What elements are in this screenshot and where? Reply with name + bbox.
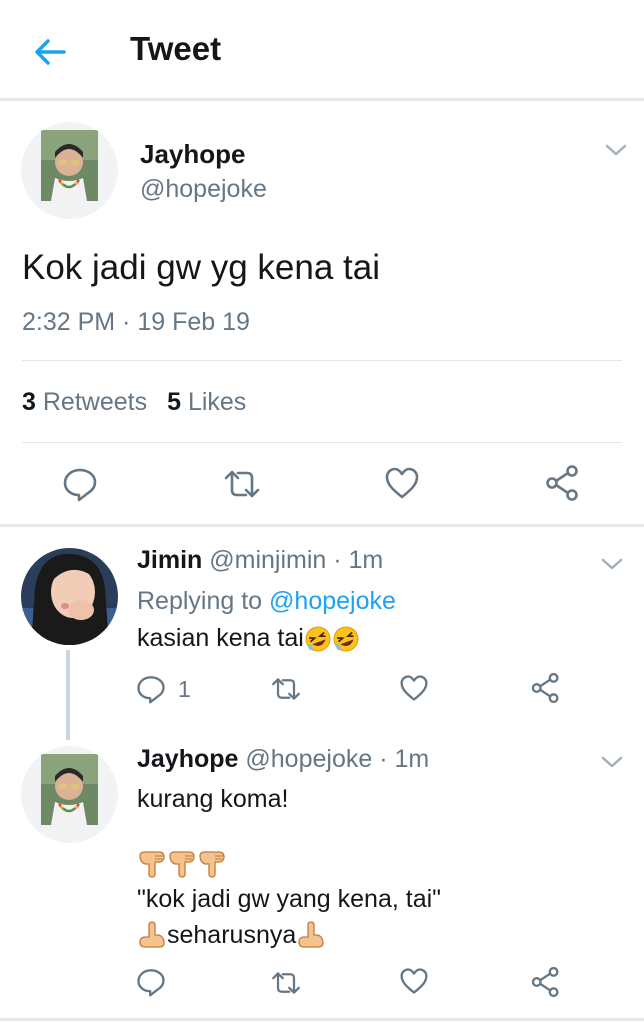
tweet-timestamp: 2:32 PM · 19 Feb 19 <box>22 308 250 336</box>
section-divider <box>0 1018 644 1021</box>
replying-prefix: Replying to <box>137 587 263 615</box>
author-name[interactable]: Jimin <box>137 546 202 574</box>
page-title: Tweet <box>130 30 222 67</box>
section-divider <box>0 524 644 527</box>
reply-icon <box>63 468 97 502</box>
share-icon <box>531 966 559 998</box>
backhand-index-pointing-down-icon <box>199 851 225 879</box>
share-button[interactable] <box>544 464 582 502</box>
heart-icon <box>400 675 428 701</box>
reply-icon <box>137 676 165 704</box>
heart-icon <box>385 467 419 499</box>
replying-to: Replying to @hopejoke <box>137 587 396 616</box>
chevron-down-icon[interactable] <box>600 556 624 572</box>
backhand-index-pointing-up-icon <box>298 921 324 949</box>
reply-icon <box>137 969 165 997</box>
share-icon <box>546 465 578 501</box>
top-bar: Tweet <box>0 0 644 101</box>
reply-count: 1 <box>178 676 191 702</box>
arrow-left-icon <box>35 39 66 65</box>
author-handle[interactable]: @hopejoke <box>140 175 267 204</box>
like-button[interactable] <box>384 466 420 500</box>
retweet-icon <box>224 470 260 498</box>
share-icon <box>531 672 559 704</box>
retweet-button[interactable] <box>270 970 302 996</box>
divider <box>22 360 622 361</box>
like-button[interactable] <box>399 967 429 995</box>
rofl-emoji-icon <box>333 626 359 652</box>
chevron-down-icon[interactable] <box>604 142 628 158</box>
author-name[interactable]: Jayhope <box>140 139 246 170</box>
profile-photo <box>41 754 98 825</box>
reply-button[interactable] <box>136 674 166 704</box>
like-button[interactable] <box>399 674 429 702</box>
chevron-down-icon[interactable] <box>600 754 624 770</box>
share-button[interactable] <box>530 672 562 704</box>
rofl-emoji-icon <box>305 626 331 652</box>
avatar[interactable] <box>21 548 118 645</box>
avatar[interactable] <box>21 746 118 843</box>
backhand-index-pointing-down-icon <box>169 851 195 879</box>
reply-button[interactable] <box>62 466 98 502</box>
reply-header: Jayhope @hopejoke · 1m <box>137 745 429 774</box>
backhand-index-pointing-down-icon <box>139 851 165 879</box>
like-count[interactable]: 5 <box>167 388 181 416</box>
profile-photo <box>41 130 98 201</box>
reply-text-content: seharusnya <box>167 921 297 949</box>
share-button[interactable] <box>530 966 562 998</box>
backhand-index-pointing-up-icon <box>139 921 165 949</box>
thread-connector <box>66 650 70 740</box>
engagement-stats: 3 Retweets 5 Likes <box>22 388 246 417</box>
reply-text-line: "kok jadi gw yang kena, tai" <box>137 885 442 913</box>
reply-text-content: kasian kena tai <box>137 624 304 652</box>
retweet-button[interactable] <box>270 676 302 702</box>
author-name[interactable]: Jayhope <box>137 745 238 773</box>
divider <box>22 442 622 443</box>
heart-icon <box>400 968 428 994</box>
retweet-count[interactable]: 3 <box>22 388 36 416</box>
author-meta[interactable]: @minjimin · 1m <box>209 546 383 574</box>
reply-button[interactable] <box>136 967 166 997</box>
retweet-button[interactable] <box>222 468 262 500</box>
tweet-text: Kok jadi gw yg kena tai <box>22 248 380 287</box>
reply-header: Jimin @minjimin · 1m <box>137 546 383 575</box>
likes-label[interactable]: Likes <box>188 388 246 416</box>
back-button[interactable] <box>32 34 68 70</box>
retweet-icon <box>272 678 300 700</box>
reply-text-line-with-emoji: seharusnya <box>137 921 326 951</box>
reply-text-line: kurang koma! <box>137 785 289 813</box>
replying-handle-link[interactable]: @hopejoke <box>269 587 396 615</box>
author-meta[interactable]: @hopejoke · 1m <box>245 745 429 773</box>
avatar[interactable] <box>21 122 118 219</box>
retweets-label[interactable]: Retweets <box>43 388 147 416</box>
retweet-icon <box>272 972 300 994</box>
profile-photo <box>21 548 118 645</box>
reply-text: kasian kena tai <box>137 624 360 653</box>
pointing-emoji-row <box>137 848 227 879</box>
